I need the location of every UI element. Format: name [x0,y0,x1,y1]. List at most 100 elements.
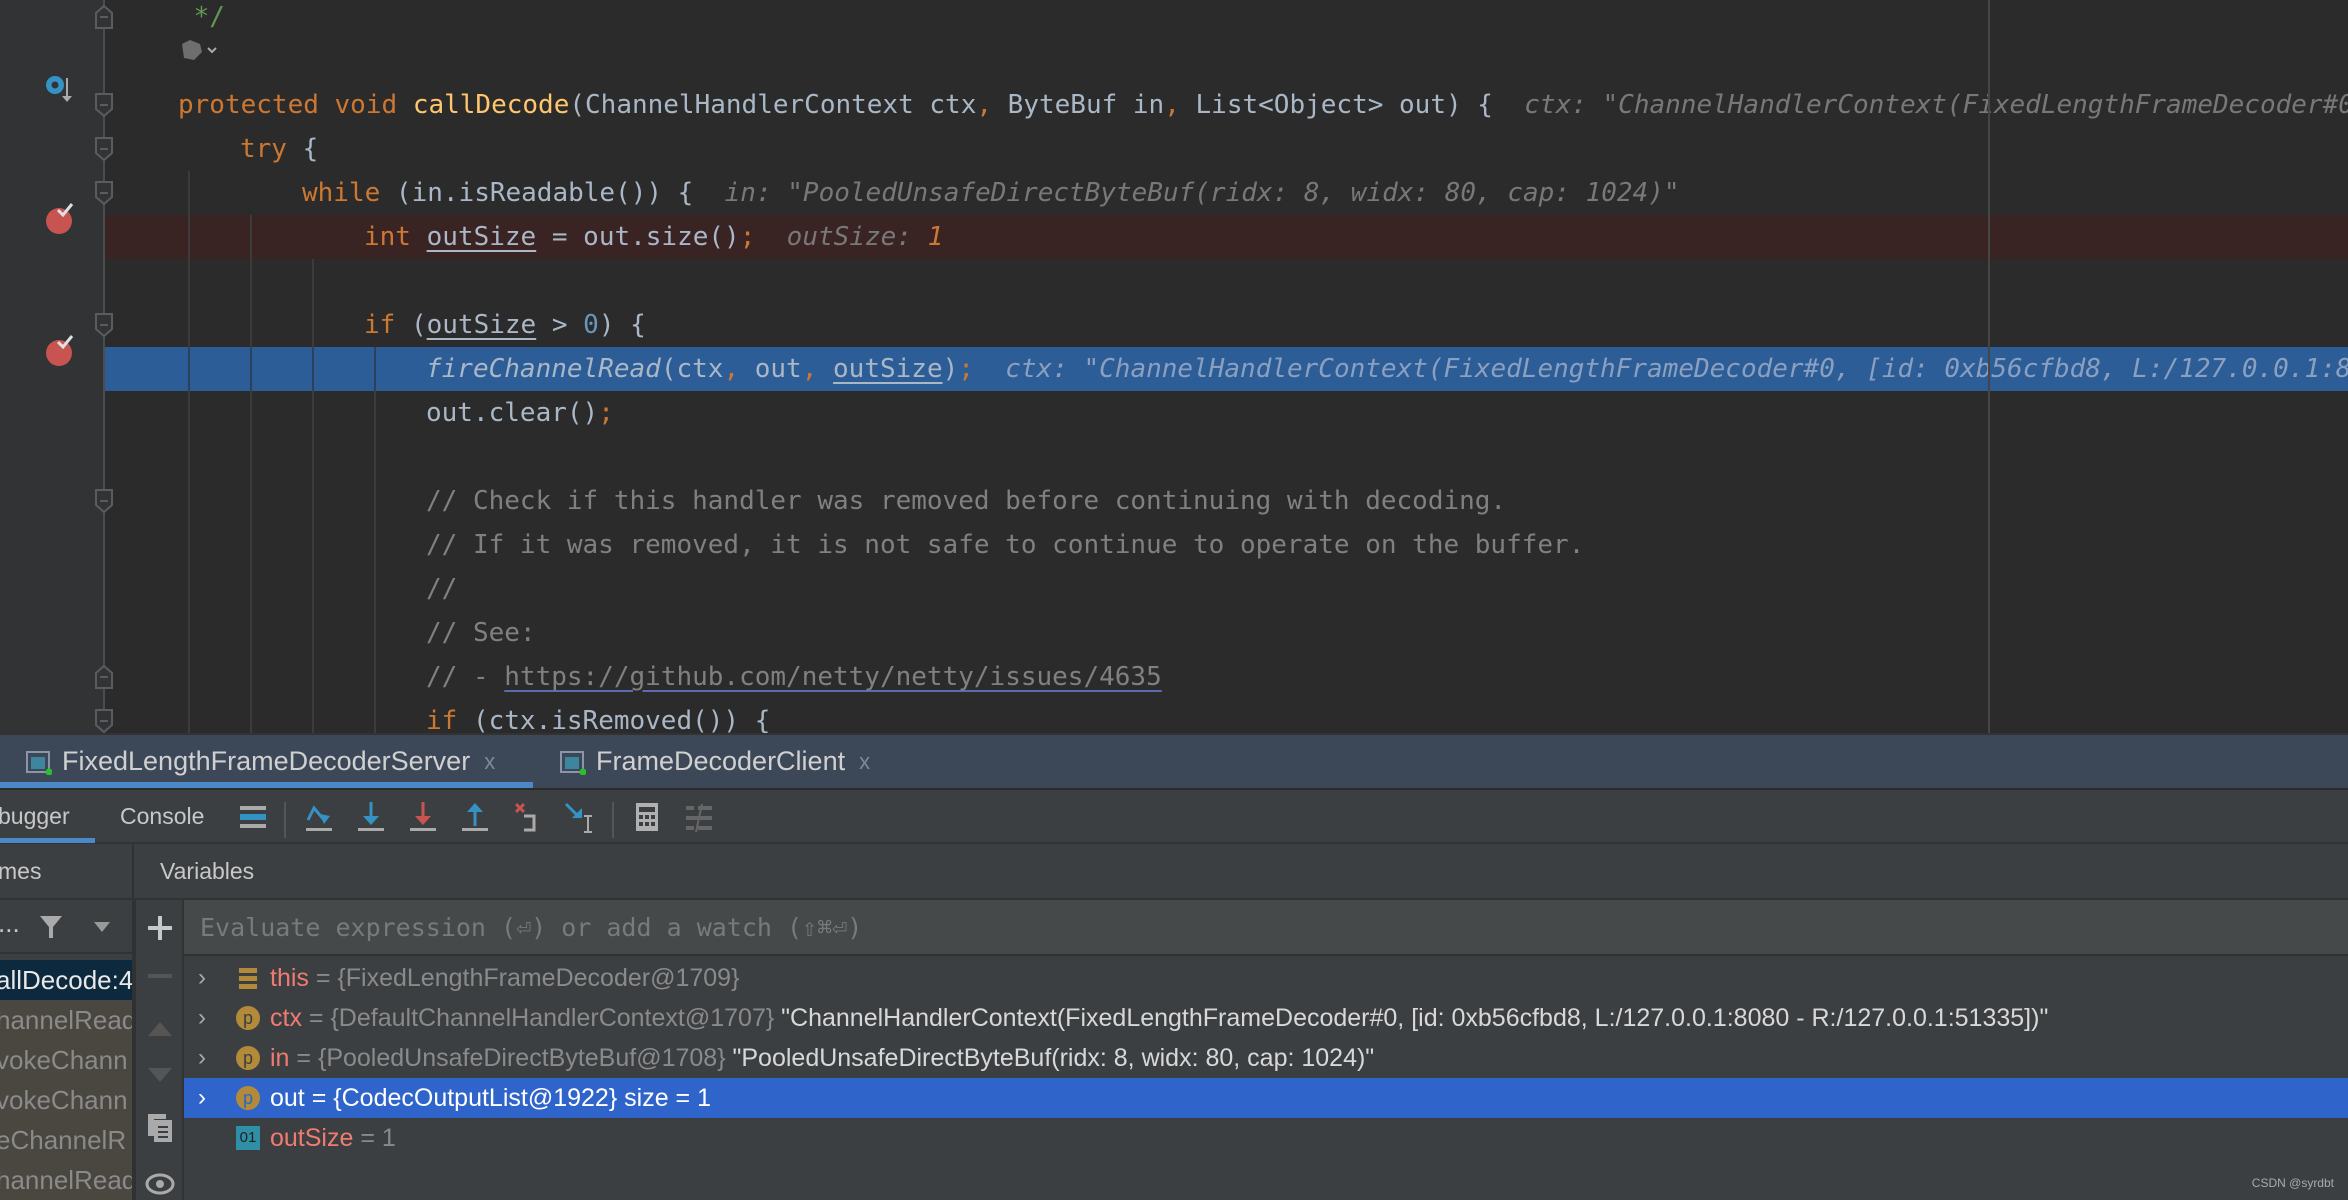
copy-icon[interactable] [144,1112,176,1144]
stack-frame-item[interactable]: eChannelR [0,1120,132,1160]
variable-equals: = [308,964,338,992]
indent-guide [250,303,252,347]
stack-frame-item[interactable]: vokeChann [0,1080,132,1120]
code-line-comment-5[interactable]: // - https://github.com/netty/netty/issu… [105,655,2348,699]
thread-selector[interactable]: ... [0,908,20,939]
drop-frame-icon[interactable] [510,800,544,834]
code-token: outSize [426,222,537,252]
layout-icon[interactable] [236,800,270,834]
variable-row-ctx[interactable]: › p ctx = {DefaultChannelHandlerContext@17… [184,998,2348,1038]
code-text: // [426,567,457,611]
inline-debug-value[interactable]: outSize: [787,222,928,252]
code-line-annotation-icon-line[interactable] [105,39,2348,83]
code-line-try[interactable]: try { [105,127,2348,171]
code-line-out-clear[interactable]: out.clear(); [105,391,2348,435]
trace-stream-chain-icon[interactable] [682,800,716,834]
expand-chevron-icon[interactable]: › [198,1038,206,1078]
fold-toggle-icon[interactable] [95,5,113,29]
variable-row-this[interactable]: › this = {FixedLengthFrameDecoder@1709} [184,958,2348,998]
code-line-comment-3[interactable]: // [105,567,2348,611]
code-line-if-outsize[interactable]: if (outSize > 0) { [105,303,2348,347]
code-text: // - https://github.com/netty/netty/issu… [426,655,1162,699]
code-text: // Check if this handler was removed bef… [426,479,1506,523]
indent-guide [188,567,190,611]
code-editor[interactable]: */ protected void callDecode(ChannelHandl… [0,0,2348,733]
stack-frame-item[interactable]: vokeChann [0,1040,132,1080]
tab-console[interactable]: Console [120,790,204,842]
code-token: // [426,574,458,604]
code-token: // - [426,662,505,692]
inline-debug-value[interactable]: ctx: "ChannelHandlerContext(FixedLengthF… [1524,90,2348,120]
run-to-cursor-icon[interactable] [562,800,596,834]
variable-row-out[interactable]: › p out = {CodecOutputList@1922} size = 1 [184,1078,2348,1118]
code-line-comment-4[interactable]: // See: [105,611,2348,655]
code-line-outsize-decl[interactable]: int outSize = out.size(); outSize: 1 [105,215,2348,259]
remove-watch-icon[interactable] [144,960,176,992]
indent-guide [374,655,376,699]
panel-divider[interactable] [132,844,134,900]
breakpoint-icon[interactable] [44,200,78,236]
variable-row-outsize[interactable]: 01 outSize = 1 [184,1118,2348,1158]
close-icon[interactable]: x [859,749,870,775]
inline-debug-value-number: 1 [927,222,944,252]
indent-guide [250,391,252,435]
code-line-comment-1[interactable]: // Check if this handler was removed bef… [105,479,2348,523]
code-line-doc-end[interactable]: */ [105,0,2348,39]
indent-guide [312,523,314,567]
run-tab-fixedlengthframedecoderserver[interactable]: FixedLengthFrameDecoderServer x [26,735,495,788]
expand-chevron-icon[interactable]: › [198,1078,206,1118]
inline-debug-value[interactable]: in: "PooledUnsafeDirectByteBuf(ridx: 8, … [725,178,1680,208]
filter-icon[interactable] [38,914,64,940]
indent-guide [250,259,252,303]
tab-debugger[interactable]: bugger [0,790,70,842]
expand-chevron-icon[interactable]: › [198,958,206,998]
watermark: CSDN @syrdbt [2251,1176,2334,1190]
stack-frame-item[interactable]: hannelRead [0,1000,132,1040]
move-down-icon[interactable] [144,1060,176,1092]
stack-frame-item[interactable]: hannelRead [0,1160,132,1200]
dropdown-arrow-icon[interactable] [92,920,112,934]
code-token: ) [942,354,959,384]
variable-row-in[interactable]: › p in = {PooledUnsafeDirectByteBuf@1708} … [184,1038,2348,1078]
fold-toggle-icon[interactable] [95,313,113,337]
code-line-while[interactable]: while (in.isReadable()) { in: "PooledUns… [105,171,2348,215]
code-token: { [302,134,319,164]
evaluate-expression-input[interactable] [200,900,2300,954]
step-out-icon[interactable] [458,800,492,834]
inline-debug-value[interactable]: ctx: "ChannelHandlerContext(FixedLengthF… [1005,354,2348,384]
stack-frame-item[interactable]: allDecode:4 [0,960,132,1000]
fold-toggle-icon[interactable] [95,93,113,117]
step-into-icon[interactable] [354,800,388,834]
primitive-value-icon: 01 [236,1126,260,1150]
annotation-processor-icon[interactable] [180,38,220,64]
fold-toggle-icon[interactable] [95,665,113,689]
code-text: if (outSize > 0) { [364,303,646,347]
evaluate-expression-icon[interactable] [630,800,664,834]
code-line-blank-2[interactable] [105,435,2348,479]
step-over-icon[interactable] [302,800,336,834]
fold-toggle-icon[interactable] [95,137,113,161]
fold-toggle-icon[interactable] [95,181,113,205]
code-line-fire-channel-read[interactable]: fireChannelRead(ctx, out, outSize); ctx:… [105,347,2348,391]
code-link[interactable]: https://github.com/netty/netty/issues/46… [504,662,1161,692]
code-text: while (in.isReadable()) { in: "PooledUns… [302,171,1680,215]
breakpoint-icon[interactable] [44,332,78,368]
expand-chevron-icon[interactable]: › [198,998,206,1038]
watch-eye-icon[interactable] [144,1168,176,1200]
code-token: (ctx.isRemoved()) { [472,706,771,733]
code-line-blank-1[interactable] [105,259,2348,303]
code-line-method-signature[interactable]: protected void callDecode(ChannelHandler… [105,83,2348,127]
force-step-into-icon[interactable] [406,800,440,834]
method-breakpoint-icon[interactable] [44,74,74,104]
code-line-if-removed[interactable]: if (ctx.isRemoved()) { [105,699,2348,733]
fold-toggle-icon[interactable] [95,709,113,733]
code-token: protected void [178,90,413,120]
fold-toggle-icon[interactable] [95,489,113,513]
variables-panel-title: Variables [160,858,255,884]
code-line-comment-2[interactable]: // If it was removed, it is not safe to … [105,523,2348,567]
move-up-icon[interactable] [144,1012,176,1044]
close-icon[interactable]: x [484,749,495,775]
run-tab-framedecoderclient[interactable]: FrameDecoderClient x [560,735,870,788]
code-text: int outSize = out.size(); outSize: 1 [364,215,943,259]
add-watch-icon[interactable] [144,912,176,944]
